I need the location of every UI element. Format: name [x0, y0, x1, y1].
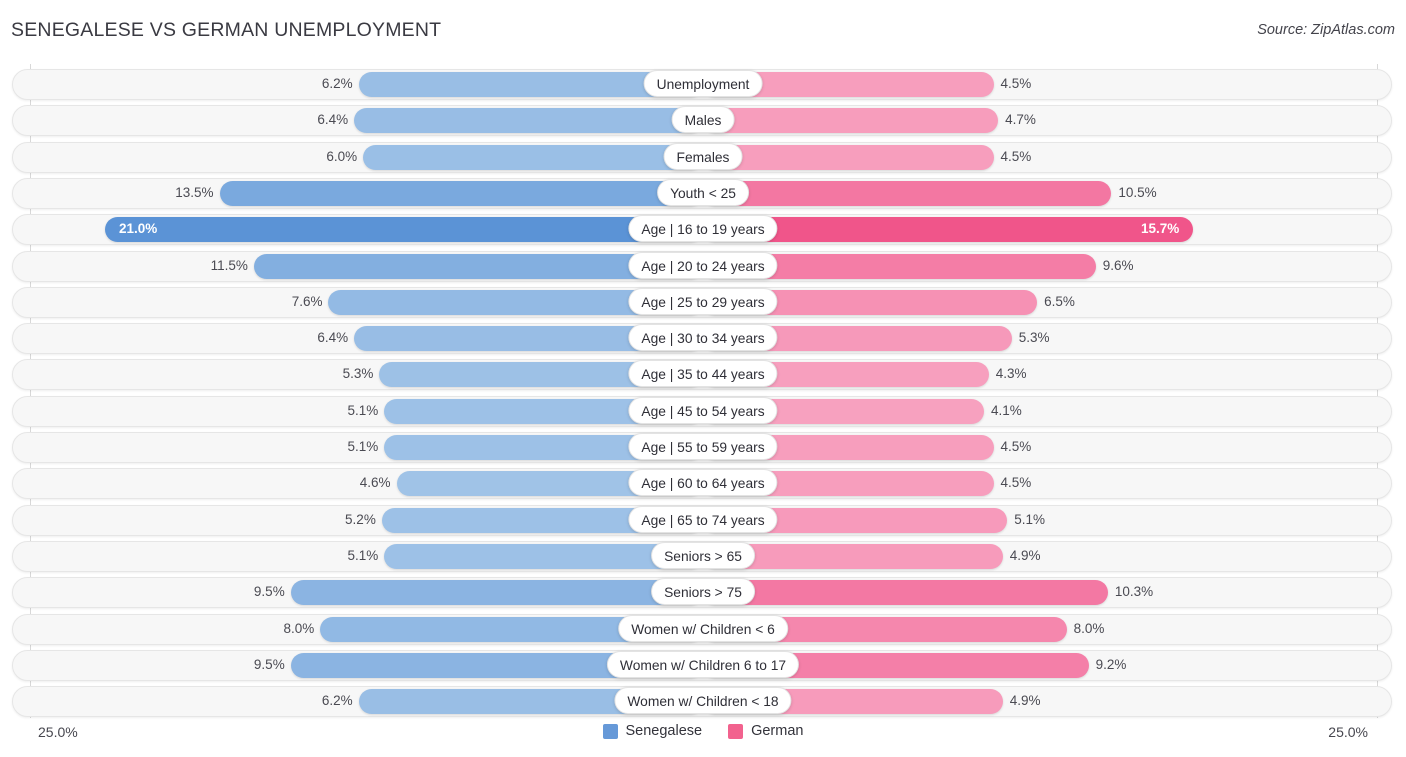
value-label-german: 15.7%	[1141, 221, 1180, 237]
legend-item: Senegalese	[602, 723, 703, 739]
category-label-pill: Women w/ Children < 18	[614, 687, 792, 715]
category-label-pill: Age | 20 to 24 years	[628, 251, 778, 279]
bar-german	[703, 108, 999, 134]
category-label-pill: Females	[663, 142, 743, 170]
legend-swatch	[728, 723, 744, 739]
chart-row: 21.0% 15.7% Age | 16 to 19 years	[0, 214, 1406, 246]
value-label-german: 5.1%	[1014, 511, 1046, 527]
category-label-pill: Seniors > 65	[651, 541, 755, 569]
page-title: SENEGALESE VS GERMAN UNEMPLOYMENT	[11, 19, 442, 41]
bar-senegalese	[219, 180, 703, 206]
category-label-pill: Seniors > 75	[651, 578, 755, 606]
category-label-pill: Age | 65 to 74 years	[628, 505, 778, 533]
value-label-german: 4.7%	[1005, 112, 1036, 128]
value-label-german: 4.9%	[1009, 547, 1041, 563]
value-label-senegalese: 5.1%	[347, 402, 379, 418]
source-attribution: Source: ZipAtlas.com	[1257, 22, 1395, 38]
value-label-senegalese: 5.1%	[347, 439, 379, 454]
value-label-senegalese: 5.1%	[347, 547, 379, 563]
chart-row: 5.1% 4.5% Age | 55 to 59 years	[0, 432, 1406, 463]
value-label-german: 4.3%	[995, 366, 1027, 382]
chart-row: 11.5% 9.6% Age | 20 to 24 years	[0, 250, 1406, 282]
value-label-senegalese: 6.2%	[321, 693, 353, 709]
legend-label: German	[751, 723, 804, 739]
value-label-senegalese: 6.4%	[317, 330, 349, 346]
chart-row: 5.1% 4.9% Seniors > 65	[0, 540, 1406, 572]
category-label-pill: Women w/ Children < 6	[618, 614, 788, 642]
value-label-senegalese: 9.5%	[253, 656, 285, 672]
chart-legend: Senegalese German	[0, 723, 1406, 739]
category-label-pill: Age | 16 to 19 years	[628, 215, 778, 243]
bar-senegalese	[354, 108, 703, 134]
chart-footer: 25.0% 25.0% Senegalese German	[0, 718, 1406, 757]
category-label-pill: Age | 55 to 59 years	[628, 433, 778, 460]
category-label-pill: Age | 60 to 64 years	[628, 469, 778, 497]
category-label-pill: Age | 35 to 44 years	[628, 360, 778, 388]
bar-german	[703, 180, 1112, 206]
value-label-german: 4.5%	[1000, 148, 1032, 164]
chart-row: 13.5% 10.5% Youth < 25	[0, 177, 1406, 209]
value-label-senegalese: 5.2%	[345, 511, 376, 527]
value-label-senegalese: 6.0%	[326, 148, 358, 164]
category-label-pill: Age | 30 to 34 years	[628, 324, 778, 352]
value-label-german: 4.5%	[1000, 439, 1032, 454]
bar-senegalese	[363, 144, 703, 170]
bar-senegalese	[290, 580, 703, 606]
category-label-pill: Youth < 25	[657, 178, 749, 206]
bar-senegalese	[105, 217, 703, 243]
category-label-pill: Women w/ Children 6 to 17	[606, 650, 800, 678]
value-label-german: 4.5%	[1000, 475, 1032, 491]
value-label-german: 10.3%	[1114, 584, 1154, 600]
value-label-german: 9.2%	[1095, 656, 1127, 672]
category-label-pill: Males	[671, 106, 735, 134]
value-label-senegalese: 13.5%	[175, 184, 214, 200]
chart-row: 6.2% 4.9% Women w/ Children < 18	[0, 686, 1406, 718]
legend-item: German	[728, 723, 803, 739]
legend-swatch	[602, 723, 618, 739]
chart-row: 5.2% 5.1% Age | 65 to 74 years	[0, 504, 1406, 536]
value-label-german: 4.9%	[1009, 693, 1041, 709]
value-label-senegalese: 11.5%	[210, 257, 248, 273]
chart-row: 6.0% 4.5% Females	[0, 141, 1406, 173]
diverging-bar-chart: 6.2% 4.5% Unemployment 6.4% 4.7% Males 6.0% 4.5…	[0, 64, 1406, 718]
value-label-german: 4.5%	[1000, 76, 1032, 91]
value-label-german: 4.1%	[990, 402, 1022, 418]
chart-page: SENEGALESE VS GERMAN UNEMPLOYMENT Source…	[0, 0, 1406, 757]
chart-row: 6.4% 5.3% Age | 30 to 34 years	[0, 323, 1406, 355]
value-label-german: 5.3%	[1018, 330, 1050, 346]
value-label-german: 6.5%	[1044, 293, 1075, 309]
value-label-german: 9.6%	[1102, 257, 1134, 273]
value-label-senegalese: 9.5%	[253, 584, 285, 600]
value-label-senegalese: 6.4%	[317, 112, 349, 128]
value-label-german: 10.5%	[1118, 184, 1157, 200]
chart-row: 5.1% 4.1% Age | 45 to 54 years	[0, 395, 1406, 427]
chart-row: 6.2% 4.5% Unemployment	[0, 69, 1406, 100]
chart-row: 6.4% 4.7% Males	[0, 105, 1406, 137]
category-label-pill: Unemployment	[643, 70, 763, 97]
chart-row: 4.6% 4.5% Age | 60 to 64 years	[0, 468, 1406, 500]
value-label-senegalese: 4.6%	[359, 475, 391, 491]
legend-label: Senegalese	[625, 723, 703, 739]
chart-row: 5.3% 4.3% Age | 35 to 44 years	[0, 359, 1406, 391]
value-label-senegalese: 6.2%	[321, 76, 353, 91]
chart-row: 9.5% 9.2% Women w/ Children 6 to 17	[0, 649, 1406, 681]
chart-row: 9.5% 10.3% Seniors > 75	[0, 577, 1406, 609]
value-label-senegalese: 21.0%	[119, 221, 158, 237]
value-label-senegalese: 7.6%	[291, 293, 323, 309]
chart-row: 7.6% 6.5% Age | 25 to 29 years	[0, 286, 1406, 318]
value-label-german: 8.0%	[1073, 620, 1105, 636]
value-label-senegalese: 8.0%	[283, 620, 315, 636]
bar-german	[703, 144, 994, 170]
chart-row: 8.0% 8.0% Women w/ Children < 6	[0, 613, 1406, 645]
category-label-pill: Age | 25 to 29 years	[628, 287, 778, 315]
value-label-senegalese: 5.3%	[342, 366, 374, 382]
category-label-pill: Age | 45 to 54 years	[628, 396, 778, 424]
bar-german	[703, 580, 1108, 606]
